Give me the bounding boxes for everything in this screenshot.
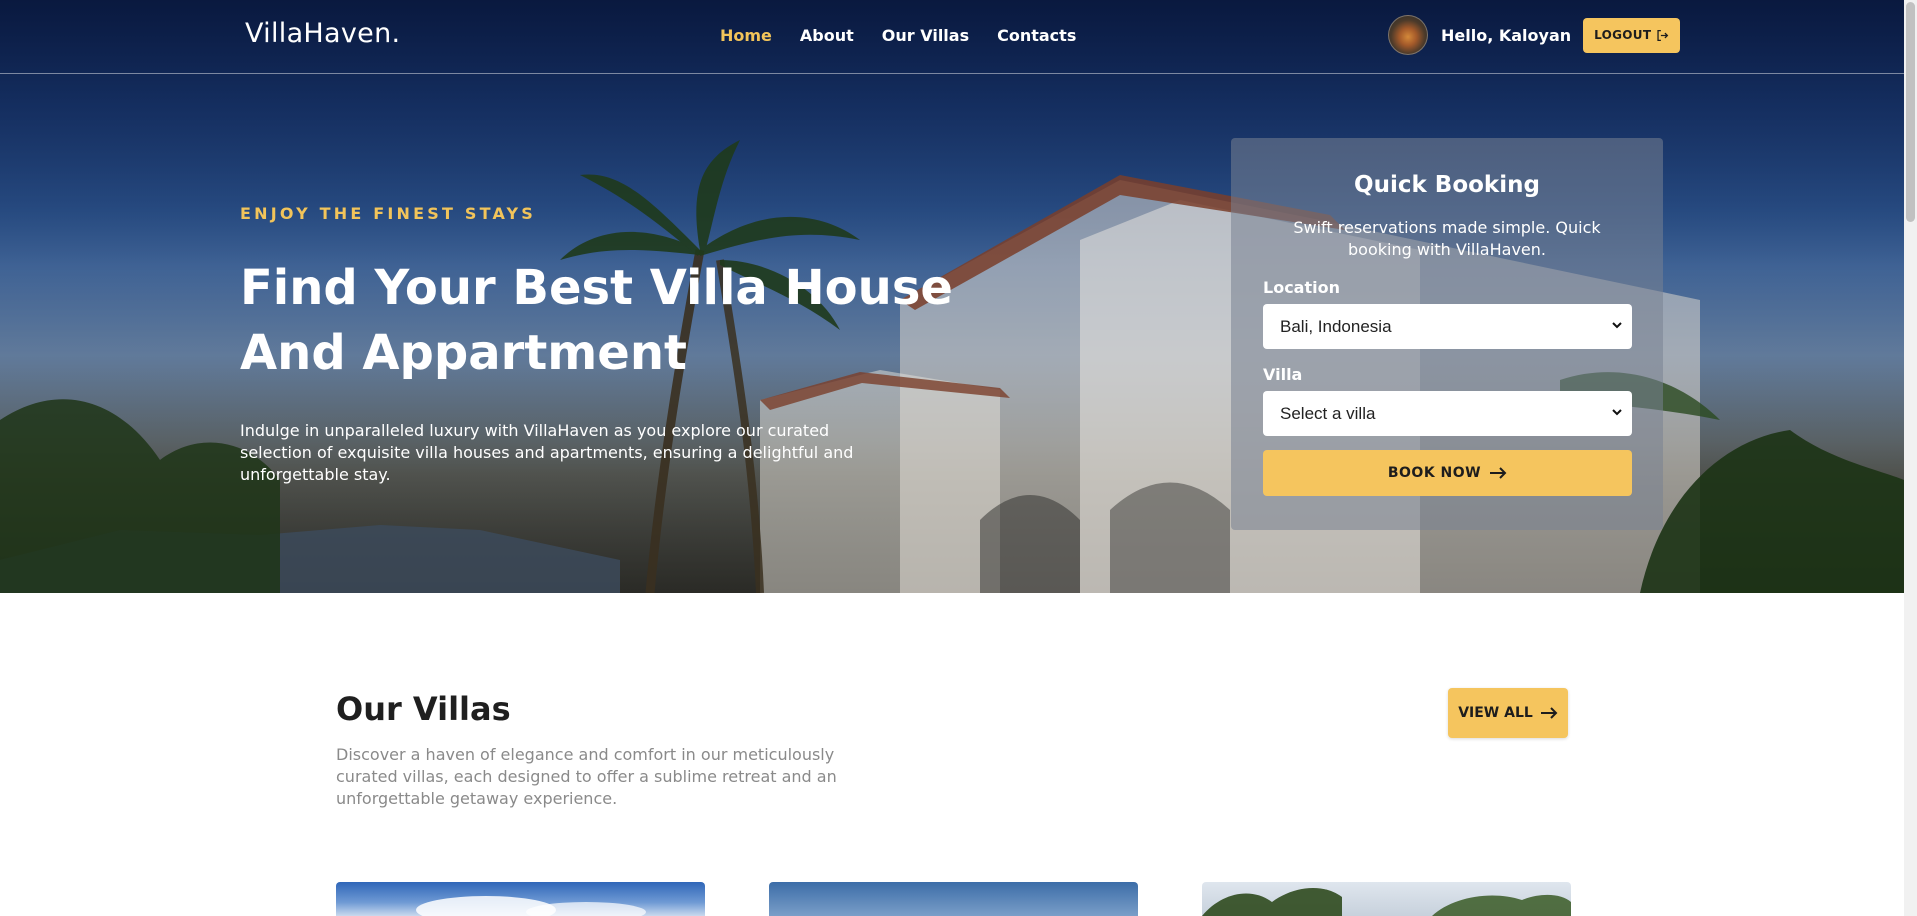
arrow-right-icon [1490,467,1507,479]
logout-icon [1657,29,1669,41]
user-greeting: Hello, Kaloyan [1441,25,1572,45]
chevron-down-icon [1612,409,1622,416]
quick-booking-card: Quick Booking Swift reservations made si… [1231,138,1663,530]
nav-link-our-villas[interactable]: Our Villas [882,26,969,45]
chevron-down-icon [1612,322,1622,329]
section-title: Our Villas [336,690,511,728]
logout-button[interactable]: LOGOUT [1583,17,1681,53]
villa-card-image[interactable] [1202,882,1571,916]
book-now-label: BOOK NOW [1387,465,1482,481]
villa-card-image-art [416,896,646,916]
hero-kicker: ENJOY THE FINEST STAYS [240,204,537,223]
nav-link-about[interactable]: About [800,26,854,45]
location-select[interactable]: Bali, Indonesia [1263,304,1632,349]
location-select-value: Bali, Indonesia [1280,316,1392,336]
villa-card-image[interactable] [336,882,705,916]
villa-label: Villa [1263,365,1303,384]
page-scrollbar-thumb[interactable] [1906,2,1915,222]
arrow-right-icon [1540,707,1558,719]
view-all-label: VIEW ALL [1458,705,1533,721]
logout-label: LOGOUT [1594,28,1652,42]
location-label: Location [1263,278,1340,297]
hero-title: Find Your Best Villa House And Appartmen… [240,260,953,381]
nav-link-home[interactable]: Home [720,26,772,45]
booking-title: Quick Booking [1354,172,1540,198]
main-nav: Home About Our Villas Contacts [720,26,1076,45]
hero-description: Indulge in unparalleled luxury with Vill… [240,421,854,484]
view-all-button[interactable]: VIEW ALL [1448,688,1568,738]
villa-select[interactable]: Select a villa [1263,391,1632,436]
booking-subtitle: Swift reservations made simple. Quick bo… [1293,218,1601,259]
top-navigation-bar: VillaHaven. Home About Our Villas Contac… [0,0,1904,74]
book-now-button[interactable]: BOOK NOW [1263,450,1632,496]
brand-logo[interactable]: VillaHaven. [245,18,400,49]
avatar[interactable] [1388,15,1428,55]
section-description: Discover a haven of elegance and comfort… [336,745,837,808]
villa-card-image[interactable] [769,882,1138,916]
villa-select-value: Select a villa [1280,403,1376,423]
user-area: Hello, Kaloyan LOGOUT [1388,15,1681,55]
nav-link-contacts[interactable]: Contacts [997,26,1076,45]
villa-card-image-art [1202,887,1571,916]
hero-section: VillaHaven. Home About Our Villas Contac… [0,0,1904,593]
